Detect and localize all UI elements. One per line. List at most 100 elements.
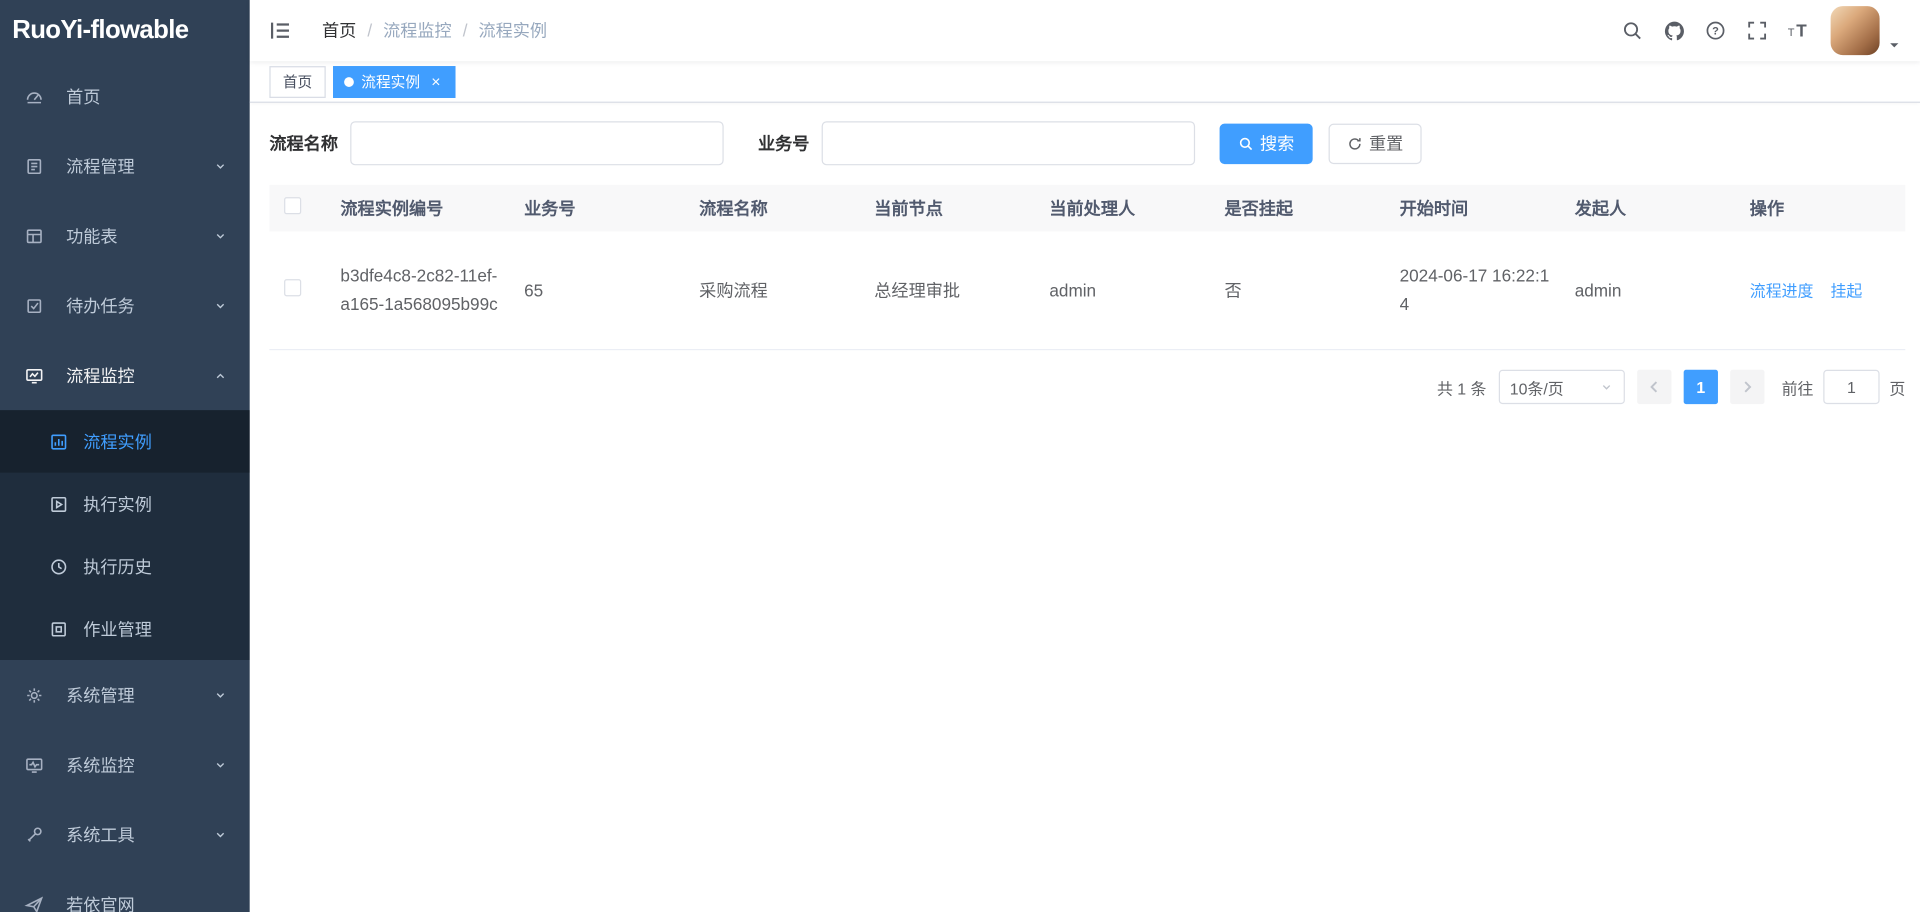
navbar-tools: ? TT xyxy=(1608,6,1902,55)
reset-button-label: 重置 xyxy=(1369,131,1403,155)
breadcrumb-item-home[interactable]: 首页 xyxy=(322,18,356,42)
sidebar-subitem-execution-history[interactable]: 执行历史 xyxy=(0,535,250,597)
column-header-start-time: 开始时间 xyxy=(1387,194,1562,222)
search-icon[interactable] xyxy=(1615,11,1649,50)
cell-current-handler: admin xyxy=(1037,276,1212,304)
bar-chart-icon xyxy=(49,432,69,452)
tags-view: 首页 流程实例 × xyxy=(250,61,1920,103)
select-all-checkbox[interactable] xyxy=(284,197,301,214)
sidebar-item-todo-tasks[interactable]: 待办任务 xyxy=(0,271,250,341)
top-navbar: 首页 / 流程监控 / 流程实例 ? xyxy=(250,0,1920,61)
cell-instance-id: b3dfe4c8-2c82-11ef-a165-1a568095b99c xyxy=(328,262,512,318)
suspend-link[interactable]: 挂起 xyxy=(1830,281,1862,299)
sidebar-item-label: 流程管理 xyxy=(66,154,135,178)
fullscreen-icon[interactable] xyxy=(1740,11,1774,50)
play-box-icon xyxy=(49,494,69,514)
page-unit-label: 页 xyxy=(1889,375,1905,398)
sidebar-item-label: 功能表 xyxy=(66,223,117,247)
wrench-icon xyxy=(24,825,44,845)
breadcrumb-item-process-monitor[interactable]: 流程监控 xyxy=(383,18,452,42)
sidebar-item-label: 系统工具 xyxy=(66,822,135,846)
user-menu[interactable] xyxy=(1831,6,1902,55)
chevron-up-icon xyxy=(213,368,228,383)
sidebar-item-label: 系统监控 xyxy=(66,752,135,776)
breadcrumb-separator: / xyxy=(367,21,372,41)
process-name-input[interactable] xyxy=(350,121,723,165)
paper-plane-icon xyxy=(24,894,44,912)
goto-page-input[interactable] xyxy=(1823,370,1879,404)
dashboard-icon xyxy=(24,86,44,106)
app-root: RuoYi-flowable 首页 流程管理 功能表 待办任务 流程监控 xyxy=(0,0,1920,912)
document-icon xyxy=(24,156,44,176)
svg-text:T: T xyxy=(1788,27,1795,39)
prev-page-button[interactable] xyxy=(1637,370,1671,404)
tab-home[interactable]: 首页 xyxy=(269,66,325,98)
process-instance-table: 流程实例编号 业务号 流程名称 当前节点 当前处理人 是否挂起 开始时间 发起人… xyxy=(269,185,1905,350)
chevron-down-icon xyxy=(213,757,228,772)
sidebar-subitem-label: 执行实例 xyxy=(83,492,152,516)
column-header-business-no: 业务号 xyxy=(512,194,687,222)
page-number-button[interactable]: 1 xyxy=(1684,370,1718,404)
sidebar-subitem-execution-instance[interactable]: 执行实例 xyxy=(0,473,250,535)
breadcrumb-separator: / xyxy=(463,21,468,41)
caret-down-icon xyxy=(1887,38,1902,53)
breadcrumb-item-process-instance: 流程实例 xyxy=(479,18,548,42)
sidebar-item-home[interactable]: 首页 xyxy=(0,61,250,131)
svg-text:?: ? xyxy=(1712,26,1719,38)
cell-suspended: 否 xyxy=(1212,276,1387,304)
nested-box-icon xyxy=(49,619,69,639)
submenu-process-monitor: 流程实例 执行实例 执行历史 作业管理 xyxy=(0,410,250,660)
sidebar-item-process-monitor[interactable]: 流程监控 xyxy=(0,340,250,410)
svg-text:T: T xyxy=(1796,21,1807,41)
sidebar-item-process-management[interactable]: 流程管理 xyxy=(0,131,250,201)
cell-current-node: 总经理审批 xyxy=(862,276,1037,304)
search-button-label: 搜索 xyxy=(1260,131,1294,155)
chevron-left-icon xyxy=(1646,378,1663,395)
sidebar-subitem-label: 执行历史 xyxy=(83,554,152,578)
tab-process-instance[interactable]: 流程实例 × xyxy=(333,66,455,98)
sidebar-subitem-job-management[interactable]: 作业管理 xyxy=(0,598,250,660)
sidebar-item-system-management[interactable]: 系统管理 xyxy=(0,660,250,730)
column-header-current-node: 当前节点 xyxy=(862,194,1037,222)
help-icon[interactable]: ? xyxy=(1698,11,1732,50)
sidebar-item-label: 首页 xyxy=(66,84,100,108)
page-content: 流程名称 业务号 搜索 重置 流程实例编号 业务号 xyxy=(250,103,1920,912)
cell-initiator: admin xyxy=(1562,276,1737,304)
page-size-select[interactable]: 10条/页 xyxy=(1499,370,1625,404)
column-header-actions: 操作 xyxy=(1738,194,1906,222)
tab-label: 首页 xyxy=(283,71,312,92)
search-button[interactable]: 搜索 xyxy=(1220,123,1313,163)
business-no-input[interactable] xyxy=(822,121,1195,165)
tab-label: 流程实例 xyxy=(361,71,420,92)
row-checkbox[interactable] xyxy=(284,279,301,296)
sidebar-item-label: 待办任务 xyxy=(66,293,135,317)
process-progress-link[interactable]: 流程进度 xyxy=(1750,281,1814,299)
column-header-process-name: 流程名称 xyxy=(687,194,862,222)
sidebar-item-system-monitor[interactable]: 系统监控 xyxy=(0,730,250,800)
chevron-down-icon xyxy=(213,827,228,842)
font-size-icon[interactable]: TT xyxy=(1782,11,1816,50)
chevron-down-icon xyxy=(213,688,228,703)
pulse-monitor-icon xyxy=(24,755,44,775)
chevron-down-icon xyxy=(213,159,228,174)
next-page-button[interactable] xyxy=(1730,370,1764,404)
history-clock-icon xyxy=(49,557,69,577)
sidebar-subitem-process-instance[interactable]: 流程实例 xyxy=(0,410,250,472)
sidebar-item-label: 流程监控 xyxy=(66,363,135,387)
avatar[interactable] xyxy=(1831,6,1880,55)
refresh-icon xyxy=(1347,135,1363,151)
goto-label: 前往 xyxy=(1782,375,1814,398)
hamburger-icon[interactable] xyxy=(268,18,292,42)
breadcrumb: 首页 / 流程监控 / 流程实例 xyxy=(322,18,547,42)
sidebar-subitem-label: 流程实例 xyxy=(83,429,152,453)
github-icon[interactable] xyxy=(1657,11,1691,50)
sidebar-item-feature-table[interactable]: 功能表 xyxy=(0,201,250,271)
sidebar-item-official-site[interactable]: 若依官网 xyxy=(0,869,250,912)
cell-business-no: 65 xyxy=(512,276,687,304)
page-size-value: 10条/页 xyxy=(1510,375,1599,398)
column-header-suspended: 是否挂起 xyxy=(1212,194,1387,222)
sidebar-item-system-tools[interactable]: 系统工具 xyxy=(0,800,250,870)
reset-button[interactable]: 重置 xyxy=(1329,123,1422,163)
column-header-current-handler: 当前处理人 xyxy=(1037,194,1212,222)
tab-close-icon[interactable]: × xyxy=(427,73,444,90)
